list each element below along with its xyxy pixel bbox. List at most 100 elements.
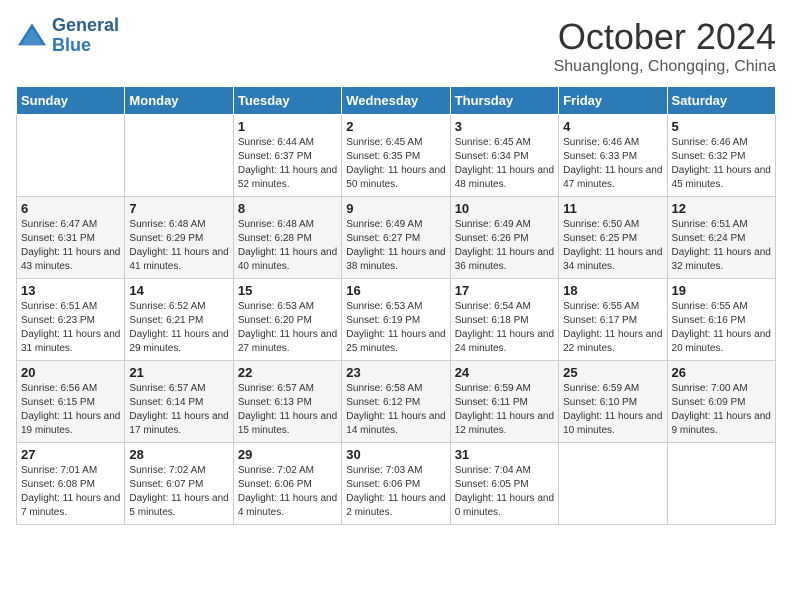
day-number: 26 [672, 365, 771, 380]
day-header-saturday: Saturday [667, 87, 775, 115]
day-number: 31 [455, 447, 554, 462]
calendar-cell: 28 Sunrise: 7:02 AM Sunset: 6:07 PM Dayli… [125, 443, 233, 525]
day-number: 16 [346, 283, 445, 298]
day-header-tuesday: Tuesday [233, 87, 341, 115]
calendar-cell: 31Sunrise: 7:04 AM Sunset: 6:05 PM Dayli… [450, 443, 558, 525]
day-info: Sunrise: 6:45 AM Sunset: 6:34 PM Dayligh… [455, 136, 554, 192]
calendar-cell: 11Sunrise: 6:50 AM Sunset: 6:25 PM Dayli… [559, 197, 667, 279]
day-info: Sunrise: 6:51 AM Sunset: 6:24 PM Dayligh… [672, 218, 771, 274]
calendar-cell: 7 Sunrise: 6:48 AM Sunset: 6:29 PM Daylig… [125, 197, 233, 279]
day-number: 30 [346, 447, 445, 462]
day-number: 28 [129, 447, 228, 462]
calendar-cell: 13 Sunrise: 6:51 AM Sunset: 6:23 PM Dayli… [17, 279, 125, 361]
day-info: Sunrise: 7:02 AM Sunset: 6:07 PM Dayligh… [129, 464, 228, 520]
calendar-cell: 2 Sunrise: 6:45 AM Sunset: 6:35 PM Daylig… [342, 115, 450, 197]
day-info: Sunrise: 6:56 AM Sunset: 6:15 PM Dayligh… [21, 382, 120, 438]
day-number: 9 [346, 201, 445, 216]
calendar-week-1: 1 Sunrise: 6:44 AM Sunset: 6:37 PM Daylig… [17, 115, 776, 197]
calendar-cell: 30 Sunrise: 7:03 AM Sunset: 6:06 PM Dayli… [342, 443, 450, 525]
day-info: Sunrise: 6:46 AM Sunset: 6:32 PM Dayligh… [672, 136, 771, 192]
calendar-week-5: 27 Sunrise: 7:01 AM Sunset: 6:08 PM Dayli… [17, 443, 776, 525]
day-info: Sunrise: 6:58 AM Sunset: 6:12 PM Dayligh… [346, 382, 445, 438]
calendar-cell: 17Sunrise: 6:54 AM Sunset: 6:18 PM Dayli… [450, 279, 558, 361]
day-number: 3 [455, 119, 554, 134]
calendar-week-3: 13 Sunrise: 6:51 AM Sunset: 6:23 PM Dayli… [17, 279, 776, 361]
day-number: 4 [563, 119, 662, 134]
calendar-cell: 16 Sunrise: 6:53 AM Sunset: 6:19 PM Dayli… [342, 279, 450, 361]
day-number: 12 [672, 201, 771, 216]
day-number: 21 [129, 365, 228, 380]
calendar-table: SundayMondayTuesdayWednesdayThursdayFrid… [16, 86, 776, 525]
calendar-cell [667, 443, 775, 525]
day-info: Sunrise: 6:57 AM Sunset: 6:14 PM Dayligh… [129, 382, 228, 438]
day-info: Sunrise: 6:49 AM Sunset: 6:27 PM Dayligh… [346, 218, 445, 274]
day-info: Sunrise: 6:57 AM Sunset: 6:13 PM Dayligh… [238, 382, 337, 438]
day-info: Sunrise: 6:47 AM Sunset: 6:31 PM Dayligh… [21, 218, 120, 274]
calendar-cell: 5 Sunrise: 6:46 AM Sunset: 6:32 PM Daylig… [667, 115, 775, 197]
calendar-cell: 27 Sunrise: 7:01 AM Sunset: 6:08 PM Dayli… [17, 443, 125, 525]
day-info: Sunrise: 6:44 AM Sunset: 6:37 PM Dayligh… [238, 136, 337, 192]
day-number: 2 [346, 119, 445, 134]
day-info: Sunrise: 7:01 AM Sunset: 6:08 PM Dayligh… [21, 464, 120, 520]
calendar-cell: 1 Sunrise: 6:44 AM Sunset: 6:37 PM Daylig… [233, 115, 341, 197]
day-number: 25 [563, 365, 662, 380]
calendar-week-2: 6Sunrise: 6:47 AM Sunset: 6:31 PM Daylig… [17, 197, 776, 279]
day-info: Sunrise: 6:55 AM Sunset: 6:17 PM Dayligh… [563, 300, 662, 356]
day-number: 15 [238, 283, 337, 298]
day-info: Sunrise: 6:53 AM Sunset: 6:19 PM Dayligh… [346, 300, 445, 356]
title-area: October 2024 Shuanglong, Chongqing, Chin… [554, 16, 776, 76]
day-info: Sunrise: 6:53 AM Sunset: 6:20 PM Dayligh… [238, 300, 337, 356]
day-info: Sunrise: 7:02 AM Sunset: 6:06 PM Dayligh… [238, 464, 337, 520]
calendar-cell [559, 443, 667, 525]
day-info: Sunrise: 6:45 AM Sunset: 6:35 PM Dayligh… [346, 136, 445, 192]
day-header-monday: Monday [125, 87, 233, 115]
day-header-wednesday: Wednesday [342, 87, 450, 115]
calendar-cell: 9 Sunrise: 6:49 AM Sunset: 6:27 PM Daylig… [342, 197, 450, 279]
day-header-thursday: Thursday [450, 87, 558, 115]
day-number: 20 [21, 365, 120, 380]
calendar-cell [125, 115, 233, 197]
day-number: 14 [129, 283, 228, 298]
calendar-cell: 3 Sunrise: 6:45 AM Sunset: 6:34 PM Daylig… [450, 115, 558, 197]
calendar-header-row: SundayMondayTuesdayWednesdayThursdayFrid… [17, 87, 776, 115]
day-number: 27 [21, 447, 120, 462]
day-info: Sunrise: 7:00 AM Sunset: 6:09 PM Dayligh… [672, 382, 771, 438]
day-info: Sunrise: 6:55 AM Sunset: 6:16 PM Dayligh… [672, 300, 771, 356]
calendar-cell: 4Sunrise: 6:46 AM Sunset: 6:33 PM Daylig… [559, 115, 667, 197]
day-number: 11 [563, 201, 662, 216]
day-number: 1 [238, 119, 337, 134]
day-number: 29 [238, 447, 337, 462]
day-number: 24 [455, 365, 554, 380]
day-info: Sunrise: 6:51 AM Sunset: 6:23 PM Dayligh… [21, 300, 120, 356]
calendar-cell: 29 Sunrise: 7:02 AM Sunset: 6:06 PM Dayli… [233, 443, 341, 525]
day-number: 22 [238, 365, 337, 380]
month-title: October 2024 [554, 16, 776, 58]
calendar-cell: 8 Sunrise: 6:48 AM Sunset: 6:28 PM Daylig… [233, 197, 341, 279]
page-header: General Blue October 2024 Shuanglong, Ch… [16, 16, 776, 76]
day-info: Sunrise: 6:54 AM Sunset: 6:18 PM Dayligh… [455, 300, 554, 356]
calendar-cell: 18 Sunrise: 6:55 AM Sunset: 6:17 PM Dayli… [559, 279, 667, 361]
calendar-week-4: 20 Sunrise: 6:56 AM Sunset: 6:15 PM Dayli… [17, 361, 776, 443]
logo-icon [16, 22, 48, 50]
day-number: 7 [129, 201, 228, 216]
day-number: 19 [672, 283, 771, 298]
calendar-cell: 21 Sunrise: 6:57 AM Sunset: 6:14 PM Dayli… [125, 361, 233, 443]
logo-line2: Blue [52, 36, 119, 56]
day-number: 18 [563, 283, 662, 298]
calendar-cell: 6Sunrise: 6:47 AM Sunset: 6:31 PM Daylig… [17, 197, 125, 279]
calendar-cell: 19 Sunrise: 6:55 AM Sunset: 6:16 PM Dayli… [667, 279, 775, 361]
day-info: Sunrise: 6:48 AM Sunset: 6:29 PM Dayligh… [129, 218, 228, 274]
day-info: Sunrise: 7:03 AM Sunset: 6:06 PM Dayligh… [346, 464, 445, 520]
day-number: 8 [238, 201, 337, 216]
day-info: Sunrise: 6:48 AM Sunset: 6:28 PM Dayligh… [238, 218, 337, 274]
day-header-friday: Friday [559, 87, 667, 115]
day-number: 13 [21, 283, 120, 298]
logo: General Blue [16, 16, 119, 56]
calendar-cell: 10Sunrise: 6:49 AM Sunset: 6:26 PM Dayli… [450, 197, 558, 279]
day-info: Sunrise: 6:52 AM Sunset: 6:21 PM Dayligh… [129, 300, 228, 356]
day-number: 5 [672, 119, 771, 134]
calendar-cell [17, 115, 125, 197]
calendar-cell: 15 Sunrise: 6:53 AM Sunset: 6:20 PM Dayli… [233, 279, 341, 361]
day-header-sunday: Sunday [17, 87, 125, 115]
day-info: Sunrise: 6:49 AM Sunset: 6:26 PM Dayligh… [455, 218, 554, 274]
